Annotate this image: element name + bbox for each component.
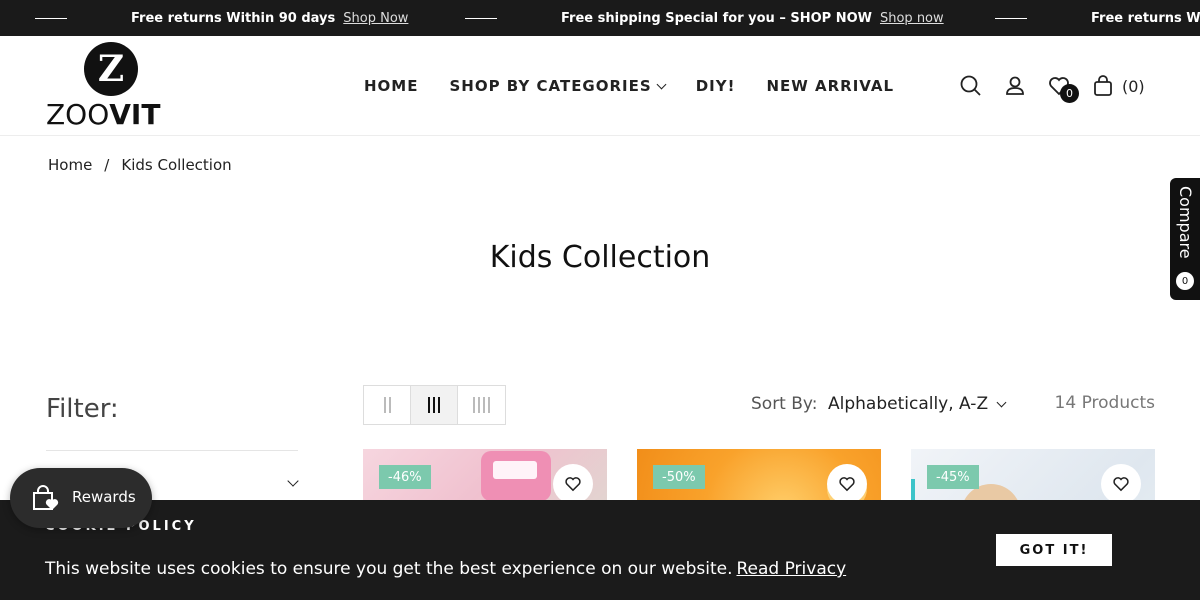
nav-label: SHOP BY CATEGORIES [449, 77, 652, 95]
add-to-wishlist-button[interactable] [827, 464, 867, 504]
grid-bar [383, 397, 386, 413]
divider [35, 17, 67, 19]
site-header: Z ZOOVIT HOME SHOP BY CATEGORIES DIY! NE… [0, 36, 1200, 136]
grid-4-columns-button[interactable] [458, 386, 505, 424]
rewards-label: Rewards [72, 488, 136, 506]
nav-diy[interactable]: DIY! [696, 77, 736, 95]
breadcrumb-current: Kids Collection [121, 156, 232, 174]
logo-mark: Z [84, 42, 138, 96]
sort-value: Alphabetically, A-Z [828, 394, 989, 414]
announcement-bar: Free returns Within 90 days Shop Now Fre… [0, 0, 1200, 36]
cart-icon[interactable] [1090, 73, 1116, 99]
announcement-text: Free returns Wit [1091, 10, 1200, 26]
read-privacy-link[interactable]: Read Privacy [736, 559, 846, 579]
announcement-item: Free shipping Special for you – SHOP NOW… [465, 0, 944, 36]
grid-2-columns-button[interactable] [364, 386, 411, 424]
grid-bar [478, 397, 480, 413]
divider [995, 17, 1027, 19]
heart-icon [565, 477, 581, 492]
grid-bar [388, 397, 391, 413]
product-count: 14 Products [1054, 393, 1155, 413]
product-image-detail [493, 461, 537, 479]
chevron-down-icon [656, 79, 667, 89]
compare-tab[interactable]: Compare 0 [1170, 178, 1200, 300]
logo-text-bold: VIT [109, 98, 161, 131]
sort-select[interactable]: Alphabetically, A-Z [828, 394, 1007, 414]
shop-now-link[interactable]: Shop now [880, 11, 944, 26]
chevron-down-icon[interactable] [287, 475, 299, 487]
heart-icon [1113, 477, 1129, 492]
grid-bar [428, 397, 430, 413]
logo-wordmark: ZOOVIT [46, 98, 184, 131]
logo-text-light: ZOO [46, 98, 110, 131]
announcement-item: Free returns Within 90 days Shop Now [35, 0, 408, 36]
header-actions: 0 (0) [958, 36, 1145, 136]
logo-letter: Z [97, 48, 125, 90]
chevron-down-icon [996, 397, 1007, 407]
shop-now-link[interactable]: Shop Now [343, 11, 408, 26]
wishlist-icon[interactable]: 0 [1046, 73, 1079, 103]
cookie-banner: COOKIE POLICY This website uses cookies … [0, 500, 1200, 600]
nav-label: DIY! [695, 77, 736, 95]
logo[interactable]: Z ZOOVIT [46, 42, 184, 131]
nav-label: HOME [364, 77, 419, 95]
divider [46, 450, 298, 451]
announcement-item: Free returns Wit [995, 0, 1200, 36]
rewards-button[interactable]: Rewards [10, 468, 152, 528]
compare-label: Compare [1176, 186, 1195, 259]
page-title: Kids Collection [489, 240, 711, 275]
wishlist-count-badge: 0 [1060, 84, 1079, 103]
breadcrumb-home-link[interactable]: Home [48, 156, 92, 174]
grid-bar [438, 397, 440, 413]
nav-shop-by-categories[interactable]: SHOP BY CATEGORIES [449, 77, 667, 95]
cookie-text: This website uses cookies to ensure you … [45, 559, 733, 579]
divider [465, 17, 497, 19]
compare-count-badge: 0 [1176, 272, 1194, 290]
sort-label: Sort By: [751, 394, 818, 414]
announcement-text: Free shipping Special for you – SHOP NOW [561, 10, 872, 26]
announcement-text: Free returns Within 90 days [131, 10, 336, 26]
nav-label: NEW ARRIVAL [766, 77, 895, 95]
grid-3-columns-button[interactable] [411, 386, 458, 424]
product-image [481, 451, 551, 501]
cart-count[interactable]: (0) [1122, 77, 1145, 96]
add-to-wishlist-button[interactable] [1101, 464, 1141, 504]
nav-home[interactable]: HOME [364, 77, 418, 95]
discount-badge: -46% [379, 465, 431, 489]
main-nav: HOME SHOP BY CATEGORIES DIY! NEW ARRIVAL [364, 36, 925, 136]
shopping-bag-heart-icon [33, 485, 59, 510]
heart-icon [839, 477, 855, 492]
cookie-message: This website uses cookies to ensure you … [45, 559, 846, 579]
filter-title: Filter: [46, 394, 119, 424]
grid-bar [483, 397, 485, 413]
grid-layout-switcher [363, 385, 506, 425]
nav-new-arrival[interactable]: NEW ARRIVAL [766, 77, 894, 95]
discount-badge: -45% [927, 465, 979, 489]
account-icon[interactable] [1002, 73, 1028, 99]
got-it-button[interactable]: GOT IT! [996, 534, 1112, 566]
add-to-wishlist-button[interactable] [553, 464, 593, 504]
breadcrumb-separator: / [104, 156, 110, 174]
grid-bar [488, 397, 490, 413]
breadcrumb: Home / Kids Collection [48, 156, 232, 174]
grid-bar [433, 397, 435, 413]
grid-bar [473, 397, 475, 413]
discount-badge: -50% [653, 465, 705, 489]
search-icon[interactable] [958, 73, 984, 99]
